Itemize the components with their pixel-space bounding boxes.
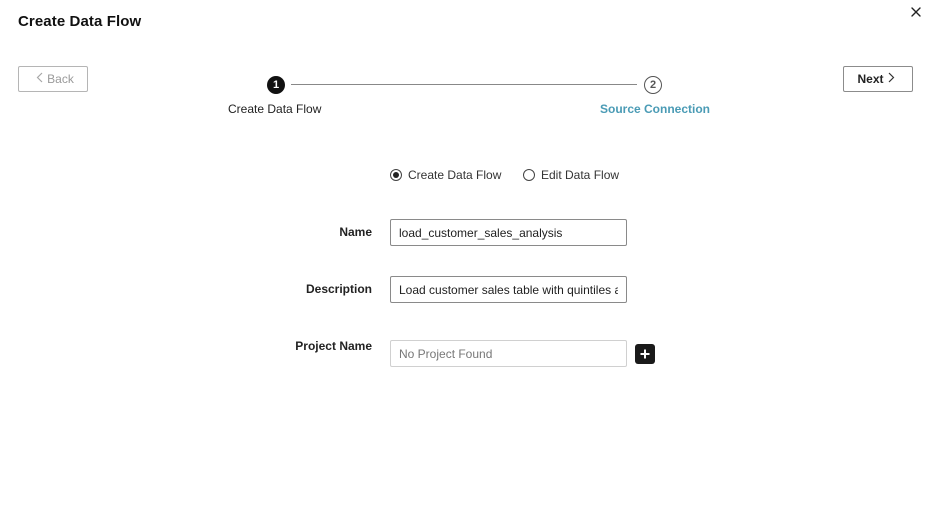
dialog-title: Create Data Flow xyxy=(18,13,142,30)
stepper-connector-line xyxy=(291,84,637,85)
step-1-indicator: 1 xyxy=(267,76,285,94)
radio-selected-dot xyxy=(393,172,399,178)
name-label: Name xyxy=(339,225,372,239)
description-label: Description xyxy=(305,282,372,296)
edit-data-flow-radio-label: Edit Data Flow xyxy=(541,168,620,182)
close-button[interactable] xyxy=(906,2,926,22)
create-data-flow-radio-label: Create Data Flow xyxy=(408,168,502,182)
plus-icon xyxy=(640,349,650,359)
project-name-input[interactable] xyxy=(390,340,627,367)
next-button[interactable]: Next xyxy=(843,66,913,92)
create-data-flow-dialog: Create Data Flow Back Next 1 Create Data… xyxy=(0,0,932,523)
step-1-label: Create Data Flow xyxy=(228,102,322,116)
chevron-left-icon xyxy=(36,72,43,86)
edit-data-flow-radio[interactable] xyxy=(523,169,535,181)
close-icon xyxy=(911,7,921,17)
next-button-label: Next xyxy=(857,72,884,86)
description-input[interactable] xyxy=(390,276,627,303)
chevron-right-icon xyxy=(888,72,895,86)
project-name-label: Project Name xyxy=(295,339,372,353)
back-button-label: Back xyxy=(47,72,74,86)
step-2-indicator: 2 xyxy=(644,76,662,94)
edit-data-flow-radio-option[interactable]: Edit Data Flow xyxy=(523,168,619,182)
name-input[interactable] xyxy=(390,219,627,246)
create-data-flow-radio-option[interactable]: Create Data Flow xyxy=(390,168,501,182)
add-project-button[interactable] xyxy=(635,344,655,364)
back-button[interactable]: Back xyxy=(18,66,88,92)
step-2-label[interactable]: Source Connection xyxy=(600,102,710,116)
create-data-flow-radio[interactable] xyxy=(390,169,402,181)
